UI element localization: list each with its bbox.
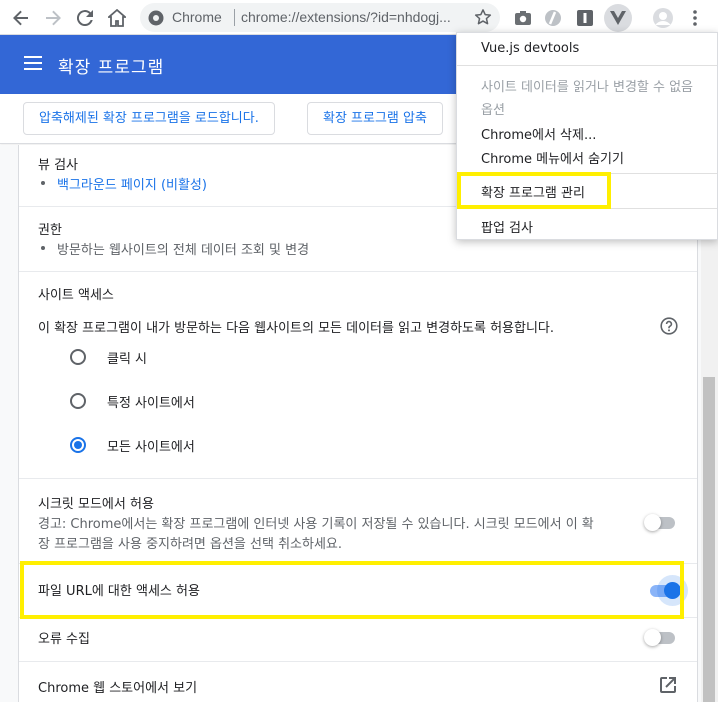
radio-label-specific-sites: 특정 사이트에서	[107, 396, 195, 411]
menu-separator	[457, 65, 717, 66]
highlight-manage-extensions	[457, 172, 611, 209]
radio-label-on-click: 클릭 시	[107, 352, 148, 367]
scrollbar-thumb[interactable]	[703, 377, 715, 702]
chrome-menu-icon[interactable]	[682, 5, 708, 31]
toggle-knob	[644, 514, 661, 531]
extension-leaf-icon[interactable]	[540, 5, 566, 31]
permission-item: 방문하는 웹사이트의 전체 데이터 조회 및 변경	[57, 243, 310, 258]
omnibox-site-label: Chrome	[172, 9, 222, 25]
forward-icon[interactable]	[40, 5, 66, 31]
site-access-description: 이 확장 프로그램이 내가 방문하는 다음 웹사이트의 모든 데이터를 읽고 변…	[38, 321, 555, 336]
pack-extension-button[interactable]: 확장 프로그램 압축	[307, 102, 443, 135]
page-title: 확장 프로그램	[58, 58, 165, 78]
incognito-warning-line2: 장 프로그램을 사용 중지하려면 옵션을 선택 취소하세요.	[38, 537, 343, 552]
open-external-icon[interactable]	[660, 677, 676, 697]
divider	[19, 271, 697, 272]
menu-item-hide[interactable]: Chrome 메뉴에서 숨기기	[481, 148, 624, 167]
collect-errors-toggle[interactable]	[644, 627, 678, 647]
permissions-title: 권한	[38, 223, 62, 238]
menu-item-site-access-disabled: 사이트 데이터를 읽거나 변경할 수 없음	[481, 80, 694, 95]
bullet	[41, 246, 45, 250]
chrome-page-icon	[148, 10, 164, 26]
radio-on-click[interactable]	[70, 349, 86, 365]
incognito-warning-line1: 경고: Chrome에서는 확장 프로그램에 인터넷 사용 기록이 저장될 수 …	[38, 517, 594, 532]
omnibox[interactable]: Chrome chrome://extensions/?id=nhdogj...	[140, 3, 500, 32]
collect-errors-title: 오류 수집	[38, 632, 90, 647]
profile-avatar-icon[interactable]	[650, 5, 676, 31]
extension-info-icon[interactable]	[572, 5, 598, 31]
menu-item-extension-name[interactable]: Vue.js devtools	[481, 41, 579, 56]
divider	[19, 661, 697, 662]
vue-devtools-icon[interactable]	[604, 4, 632, 32]
omnibox-url: chrome://extensions/?id=nhdogj...	[241, 9, 451, 25]
background-page-link[interactable]: 백그라운드 페이지 (비활성)	[57, 174, 207, 193]
radio-label-all-sites: 모든 사이트에서	[107, 440, 195, 455]
toggle-knob	[644, 629, 661, 646]
omnibox-divider	[234, 9, 235, 26]
browser-toolbar: Chrome chrome://extensions/?id=nhdogj...	[0, 0, 718, 35]
bullet	[41, 181, 45, 185]
radio-specific-sites[interactable]	[70, 393, 86, 409]
highlight-file-url-row	[20, 561, 684, 619]
webstore-link-title[interactable]: Chrome 웹 스토어에서 보기	[38, 677, 197, 696]
divider	[19, 478, 697, 479]
incognito-title: 시크릿 모드에서 허용	[38, 497, 154, 512]
hamburger-menu-icon[interactable]	[24, 55, 42, 74]
radio-all-sites[interactable]	[70, 437, 86, 453]
incognito-toggle[interactable]	[644, 512, 678, 532]
inspect-views-title: 뷰 검사	[38, 158, 79, 173]
home-icon[interactable]	[104, 5, 130, 31]
camera-extension-icon[interactable]	[510, 5, 536, 31]
load-unpacked-button[interactable]: 압축해제된 확장 프로그램을 로드합니다.	[23, 102, 275, 135]
menu-item-options: 옵션	[481, 103, 505, 118]
menu-item-remove[interactable]: Chrome에서 삭제...	[481, 124, 596, 143]
site-access-title: 사이트 액세스	[38, 288, 114, 303]
menu-item-inspect-popup[interactable]: 팝업 검사	[481, 217, 533, 236]
help-icon[interactable]	[660, 317, 678, 339]
reload-icon[interactable]	[72, 5, 98, 31]
bookmark-star-icon[interactable]	[474, 8, 492, 30]
back-icon[interactable]	[8, 5, 34, 31]
